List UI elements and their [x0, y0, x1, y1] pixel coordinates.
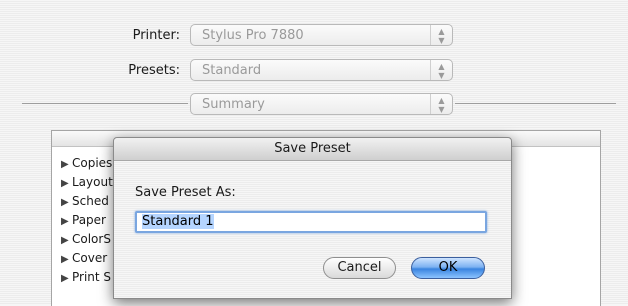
- presets-popup-value: Standard: [202, 63, 262, 78]
- popup-arrows-icon: ▲ ▼: [430, 60, 452, 80]
- cancel-button[interactable]: Cancel: [323, 257, 396, 279]
- summary-item-copies[interactable]: ▶ Copies: [61, 156, 112, 170]
- dialog-title: Save Preset: [114, 138, 511, 161]
- disclosure-triangle-icon[interactable]: ▶: [61, 235, 72, 246]
- disclosure-triangle-icon[interactable]: ▶: [61, 273, 72, 284]
- popup-arrows-icon: ▲ ▼: [430, 25, 452, 45]
- summary-item-layout[interactable]: ▶ Layout: [61, 175, 113, 189]
- disclosure-triangle-icon[interactable]: ▶: [61, 197, 72, 208]
- presets-label: Presets:: [128, 63, 180, 78]
- ok-button[interactable]: OK: [411, 257, 485, 279]
- presets-popup[interactable]: Standard ▲ ▼: [190, 59, 453, 81]
- summary-item-cover[interactable]: ▶ Cover: [61, 251, 107, 265]
- preset-name-value: Standard 1: [142, 214, 214, 229]
- disclosure-triangle-icon[interactable]: ▶: [61, 216, 72, 227]
- separator-line-left: [22, 103, 188, 104]
- pane-popup[interactable]: Summary ▲ ▼: [190, 93, 453, 115]
- pane-popup-value: Summary: [202, 97, 265, 112]
- disclosure-triangle-icon[interactable]: ▶: [61, 178, 72, 189]
- summary-item-print-settings[interactable]: ▶ Print S: [61, 270, 111, 284]
- printer-popup-value: Stylus Pro 7880: [202, 28, 304, 43]
- disclosure-triangle-icon[interactable]: ▶: [61, 254, 72, 265]
- summary-item-colorsync[interactable]: ▶ ColorS: [61, 232, 111, 246]
- summary-item-paper[interactable]: ▶ Paper: [61, 213, 106, 227]
- save-preset-as-label: Save Preset As:: [135, 185, 236, 200]
- separator-line-right: [455, 103, 616, 104]
- summary-item-scheduler[interactable]: ▶ Sched: [61, 194, 109, 208]
- popup-arrows-icon: ▲ ▼: [430, 94, 452, 114]
- preset-name-input[interactable]: Standard 1: [135, 211, 487, 233]
- save-preset-dialog: Save Preset Save Preset As: Standard 1 C…: [113, 137, 512, 299]
- printer-popup[interactable]: Stylus Pro 7880 ▲ ▼: [190, 24, 453, 46]
- disclosure-triangle-icon[interactable]: ▶: [61, 159, 72, 170]
- printer-label: Printer:: [132, 28, 180, 43]
